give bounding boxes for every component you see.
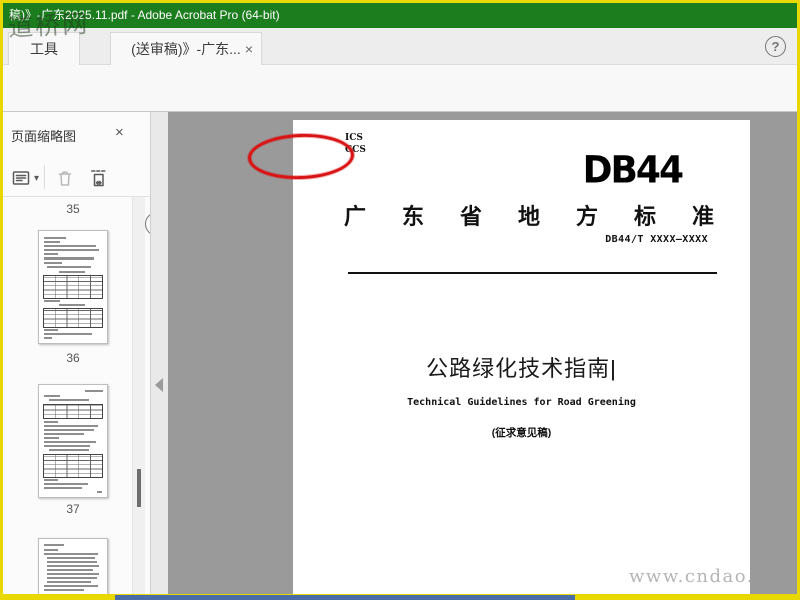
site-watermark-bottom: www.cndao.	[629, 566, 750, 587]
tab-document[interactable]: (送审稿)》-广东... ×	[110, 32, 262, 65]
db44-logo: DB44	[582, 148, 684, 193]
options-menu-icon[interactable]	[9, 166, 33, 190]
document-area: ICS CCS DB44 广东省地方标准 DB44/T XXXX—XXXX 公路…	[168, 112, 797, 594]
doc-subtitle-en: Technical Guidelines for Road Greening	[407, 397, 636, 408]
thumbnail-panel: 页面缩略图 × ▾ 35 36 37	[3, 112, 151, 594]
pdf-page[interactable]: ICS CCS DB44 广东省地方标准 DB44/T XXXX—XXXX 公路…	[293, 120, 750, 594]
tab-tools[interactable]: 工具	[8, 32, 80, 65]
thumb-label-36: 36	[66, 351, 80, 365]
divider	[3, 196, 150, 197]
tab-close-icon[interactable]: ×	[245, 33, 253, 65]
window-titlebar: 稿)》-广东2025.11.pdf - Adobe Acrobat Pro (6…	[3, 3, 797, 28]
acrobat-window: 稿)》-广东2025.11.pdf - Adobe Acrobat Pro (6…	[0, 0, 800, 600]
panel-title: 页面缩略图	[11, 129, 77, 144]
tab-bar: 工具 (送审稿)》-广东... ×	[3, 28, 797, 65]
panel-splitter[interactable]	[151, 112, 168, 594]
help-icon[interactable]: ?	[765, 36, 786, 57]
thumbnail-page-38[interactable]	[38, 538, 108, 594]
trash-icon	[53, 166, 77, 190]
text-cursor: |	[610, 356, 617, 381]
crop-pages-icon[interactable]	[87, 166, 111, 190]
main-toolbar: 1 / 96 50% ▾ ▾ •••	[3, 65, 797, 181]
doc-title: 公路绿化技术指南|	[293, 351, 750, 383]
draft-note: (征求意见稿)	[491, 427, 552, 439]
thumb-label-37: 37	[66, 502, 80, 516]
ccs-label: CCS	[345, 145, 366, 155]
standard-name: 广东省地方标准	[344, 204, 750, 230]
horizontal-rule	[348, 272, 717, 274]
ics-label: ICS	[345, 133, 363, 143]
thumb-label-35: 35	[66, 202, 80, 216]
tab-tools-label: 工具	[30, 41, 58, 57]
panel-scrollbar-thumb[interactable]	[137, 469, 141, 507]
thumbnail-page-36[interactable]	[38, 230, 108, 344]
divider	[44, 165, 45, 189]
panel-scrollbar[interactable]	[132, 197, 145, 594]
thumbnail-page-37[interactable]	[38, 384, 108, 498]
tab-document-label: (送审稿)》-广东...	[131, 41, 241, 57]
bottom-blue-bar	[115, 595, 575, 600]
panel-close-icon[interactable]: ×	[115, 124, 124, 141]
doc-code: DB44/T XXXX—XXXX	[605, 234, 708, 245]
collapse-panel-icon[interactable]	[155, 378, 163, 392]
chevron-down-icon[interactable]: ▾	[34, 173, 39, 184]
doc-title-text: 公路绿化技术指南	[426, 356, 611, 381]
panel-toolbar: ▾	[3, 160, 150, 236]
window-title: 稿)》-广东2025.11.pdf - Adobe Acrobat Pro (6…	[9, 8, 280, 22]
